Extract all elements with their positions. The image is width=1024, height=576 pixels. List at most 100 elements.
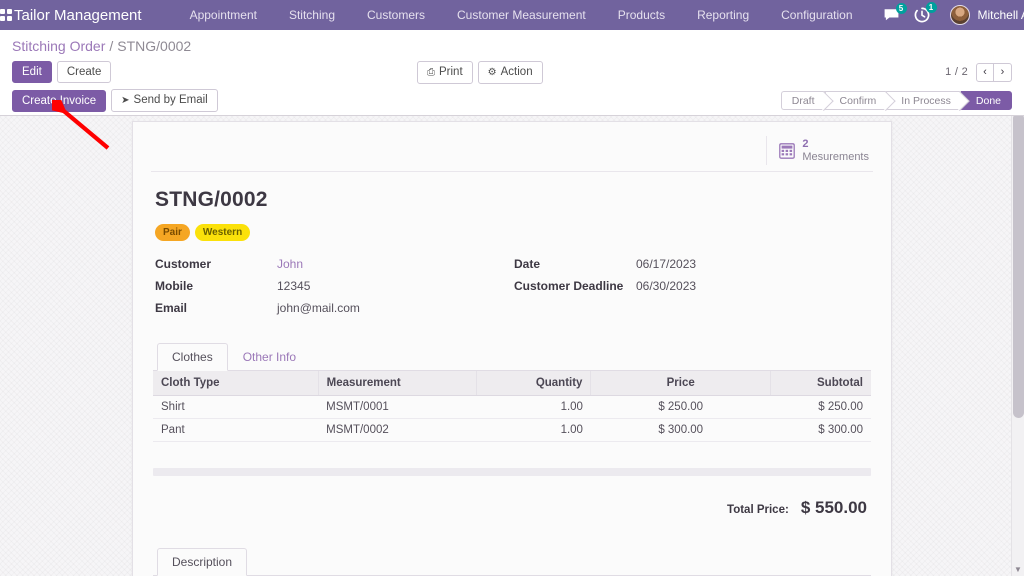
edit-button[interactable]: Edit (12, 61, 52, 83)
pager-previous-button[interactable]: ‹ (976, 62, 994, 82)
field-label-date: Date (514, 257, 541, 272)
breadcrumb-root-link[interactable]: Stitching Order (12, 38, 105, 54)
tab-other-info[interactable]: Other Info (228, 343, 311, 371)
activities-clock-icon[interactable]: 1 (914, 2, 937, 23)
cell-price: $ 300.00 (590, 418, 771, 443)
cell-quantity: 1.00 (476, 395, 591, 420)
status-confirm[interactable]: Confirm (824, 91, 887, 110)
apps-grid-icon[interactable] (0, 0, 12, 30)
breadcrumb-current: STNG/0002 (117, 37, 192, 54)
col-measurement[interactable]: Measurement (318, 371, 477, 397)
form-view-body: 2 Mesurements STNG/0002 Pair Western Cus… (0, 113, 1024, 576)
field-value-customer[interactable]: John (277, 257, 303, 271)
status-draft[interactable]: Draft (780, 91, 825, 110)
menu-item-products[interactable]: Products (602, 0, 681, 30)
printer-icon: ⎙ (427, 66, 435, 78)
field-value-date[interactable]: 06/17/2023 (636, 257, 696, 271)
field-customer-deadline: Customer Deadline 06/30/2023 (514, 279, 873, 301)
notebook-tabs: Clothes Other Info (153, 343, 871, 372)
cell-subtotal: $ 300.00 (770, 418, 871, 443)
col-subtotal[interactable]: Subtotal (770, 371, 871, 397)
measurements-label: Mesurements (802, 150, 869, 163)
status-bar: Draft Confirm In Process Done (780, 91, 1012, 110)
cell-price: $ 250.00 (590, 395, 771, 420)
field-date: Date 06/17/2023 (514, 257, 873, 279)
field-customer: Customer John (155, 257, 514, 279)
primary-button-row: Edit Create ⎙ Print ⚙ Action 1 / 2 ‹ › (12, 58, 1012, 86)
tag-pair[interactable]: Pair (155, 224, 190, 242)
col-quantity[interactable]: Quantity (476, 371, 592, 397)
field-value-email[interactable]: john@mail.com (277, 301, 360, 315)
field-group: Customer John Mobile 12345 Email john@ma… (155, 257, 873, 323)
field-value-mobile[interactable]: 12345 (277, 279, 310, 293)
create-button[interactable]: Create (56, 61, 112, 83)
pager-next-button[interactable]: › (994, 62, 1012, 82)
menu-item-customer-measurement[interactable]: Customer Measurement (441, 0, 602, 30)
user-menu[interactable]: Mitchell Admin (949, 5, 1024, 25)
navbar-right-tools: 5 1 Mitchell Admin (869, 2, 1024, 25)
send-by-email-button[interactable]: ➤ Send by Email (111, 89, 218, 112)
table-row[interactable]: Pant MSMT/0002 1.00 $ 300.00 $ 300.00 (153, 418, 871, 443)
tag-western[interactable]: Western (194, 224, 251, 242)
col-price[interactable]: Price (590, 371, 771, 397)
menu-item-reporting[interactable]: Reporting (681, 0, 765, 30)
menu-item-customers[interactable]: Customers (351, 0, 441, 30)
field-value-customer-deadline[interactable]: 06/30/2023 (636, 279, 696, 293)
field-label-customer-deadline: Customer Deadline (514, 279, 624, 294)
gear-icon: ⚙ (487, 66, 497, 78)
cell-measurement: MSMT/0002 (318, 418, 477, 443)
notebook: Clothes Other Info Cloth Type Measuremen… (153, 343, 871, 518)
field-label-customer: Customer (155, 257, 212, 272)
calculator-grid-icon (779, 142, 796, 159)
col-cloth-type[interactable]: Cloth Type (153, 371, 319, 397)
print-action-group: ⎙ Print ⚙ Action (417, 60, 543, 84)
avatar (949, 5, 970, 25)
send-by-email-label: Send by Email (133, 94, 208, 106)
messages-icon[interactable]: 5 (883, 2, 907, 23)
menu-item-configuration[interactable]: Configuration (765, 0, 868, 30)
app-brand-title[interactable]: Tailor Management (12, 7, 148, 24)
field-mobile: Mobile 12345 (155, 279, 514, 301)
top-navbar: Tailor Management Appointment Stitching … (0, 0, 1024, 30)
form-sheet: 2 Mesurements STNG/0002 Pair Western Cus… (132, 121, 892, 576)
paper-plane-icon: ➤ (121, 95, 130, 106)
cell-cloth-type: Shirt (153, 395, 319, 420)
action-label: Action (500, 65, 533, 78)
create-invoice-button[interactable]: Create Invoice (12, 89, 107, 112)
measurements-smart-button[interactable]: 2 Mesurements (766, 136, 873, 166)
scrollbar-thumb[interactable] (1013, 113, 1024, 418)
action-button[interactable]: ⚙ Action (477, 60, 543, 84)
tab-description[interactable]: Description (157, 548, 248, 576)
breadcrumb: Stitching Order / STNG/0002 (12, 30, 1012, 58)
vertical-scrollbar[interactable]: ▲ ▼ (1011, 113, 1024, 576)
pager: 1 / 2 ‹ › (945, 62, 1012, 82)
field-label-mobile: Mobile (155, 279, 193, 294)
total-price-label: Total Price: (727, 504, 789, 517)
main-menu: Appointment Stitching Customers Customer… (174, 0, 869, 30)
menu-item-appointment[interactable]: Appointment (174, 0, 273, 30)
status-in-process[interactable]: In Process (886, 91, 961, 110)
field-label-email: Email (155, 301, 188, 316)
clothes-line-table: Cloth Type Measurement Quantity Price Su… (153, 371, 871, 443)
print-label: Print (439, 65, 463, 78)
measurements-count: 2 (802, 138, 809, 150)
scroll-down-arrow-icon[interactable]: ▼ (1014, 566, 1022, 574)
description-notebook: Description STNG/0002 STNG/0002 STNG/000… (153, 548, 871, 576)
control-panel: Stitching Order / STNG/0002 Edit Create … (0, 30, 1024, 116)
cell-quantity: 1.00 (476, 418, 591, 443)
cell-measurement: MSMT/0001 (318, 395, 477, 420)
print-button[interactable]: ⎙ Print (417, 60, 473, 84)
tab-clothes[interactable]: Clothes (157, 343, 228, 372)
cell-subtotal: $ 250.00 (770, 395, 871, 420)
secondary-button-row: Create Invoice ➤ Send by Email Draft Conf… (12, 86, 1012, 115)
field-column-right: Date 06/17/2023 Customer Deadline 06/30/… (514, 257, 873, 323)
activities-count-badge: 1 (925, 2, 937, 13)
cell-cloth-type: Pant (153, 418, 319, 443)
total-price-value: $ 550.00 (800, 498, 867, 518)
total-price-row: Total Price: $ 550.00 (153, 498, 871, 518)
field-email: Email john@mail.com (155, 301, 514, 323)
tag-list: Pair Western (155, 224, 873, 242)
table-row[interactable]: Shirt MSMT/0001 1.00 $ 250.00 $ 250.00 (153, 395, 871, 420)
menu-item-stitching[interactable]: Stitching (273, 0, 351, 30)
messages-count-badge: 5 (895, 2, 907, 14)
